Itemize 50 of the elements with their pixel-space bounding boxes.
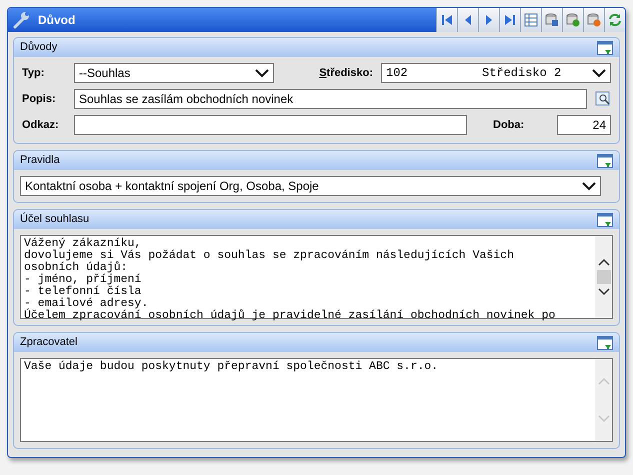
collapse-panel-icon[interactable] — [597, 212, 613, 226]
collapse-panel-icon[interactable] — [597, 154, 613, 168]
chevron-down-icon — [582, 182, 596, 190]
last-record-icon — [504, 14, 516, 26]
chevron-down-icon — [255, 68, 269, 78]
scrollbar[interactable] — [595, 236, 612, 318]
database-add-icon — [566, 13, 580, 27]
description-field[interactable]: Souhlas se zasílám obchodních novinek — [74, 89, 587, 109]
section-title: Pravidla — [20, 153, 60, 168]
scroll-down-icon[interactable] — [598, 288, 610, 296]
toolbar-button[interactable] — [436, 8, 457, 32]
toolbar-button[interactable] — [562, 8, 583, 32]
type-dropdown[interactable]: --Souhlas — [74, 63, 274, 83]
previous-icon — [463, 14, 473, 26]
collapse-panel-icon[interactable] — [597, 336, 613, 350]
wrench-icon — [12, 11, 32, 29]
toolbar-button[interactable] — [457, 8, 478, 32]
field-label: Odkaz: — [22, 118, 60, 133]
text-area[interactable]: Vaše údaje budou poskytnuty přepravní společnosti ABC s.r.o. — [20, 358, 613, 442]
database-remove-icon — [587, 13, 601, 27]
field-label: Středisko: — [319, 66, 373, 81]
window-title: Důvod — [38, 12, 76, 29]
toolbar-button[interactable] — [541, 8, 562, 32]
search-icon[interactable] — [595, 91, 611, 107]
toolbar-button[interactable] — [499, 8, 520, 32]
rules-dropdown[interactable]: Kontaktní osoba + kontaktní spojení Org, Osoba, Spoje — [20, 176, 601, 196]
section-title: Důvody — [20, 40, 58, 56]
center-dropdown[interactable]: 102 Středisko 2 — [381, 63, 611, 83]
collapse-panel-icon[interactable] — [597, 40, 613, 54]
scroll-thumb[interactable] — [596, 270, 610, 284]
link-field[interactable] — [74, 115, 467, 135]
field-label: Popis: — [22, 92, 57, 107]
text-content: Vaše údaje budou poskytnuty přepravní společnosti ABC s.r.o. — [23, 359, 440, 375]
table-icon — [524, 13, 538, 27]
toolbar-button[interactable] — [478, 8, 499, 32]
toolbar-button[interactable] — [583, 8, 604, 32]
field-label: Doba: — [493, 118, 525, 133]
refresh-icon — [608, 13, 622, 27]
toolbar-button[interactable] — [604, 8, 625, 32]
duration-field[interactable]: 24 — [557, 115, 611, 135]
first-record-icon — [441, 14, 453, 26]
chevron-down-icon — [592, 68, 606, 78]
scroll-up-icon[interactable] — [598, 258, 610, 266]
next-icon — [484, 14, 494, 26]
text-content: Vážený zákazníku, dovolujeme si Vás požádat o souhlas se zpracováním následujících Vašich osobních údajů: - jméno, příjmení - telefonní čísla - emailové adresy. Účelem zpracování osobních údajů je pravidelné zasílání obchodních novinek po — [23, 236, 556, 318]
toolbar-button[interactable] — [520, 8, 541, 32]
field-label: Typ: — [22, 66, 46, 81]
section-title: Zpracovatel — [20, 335, 78, 350]
section-title: Účel souhlasu — [20, 212, 90, 228]
database-save-icon — [545, 13, 559, 27]
